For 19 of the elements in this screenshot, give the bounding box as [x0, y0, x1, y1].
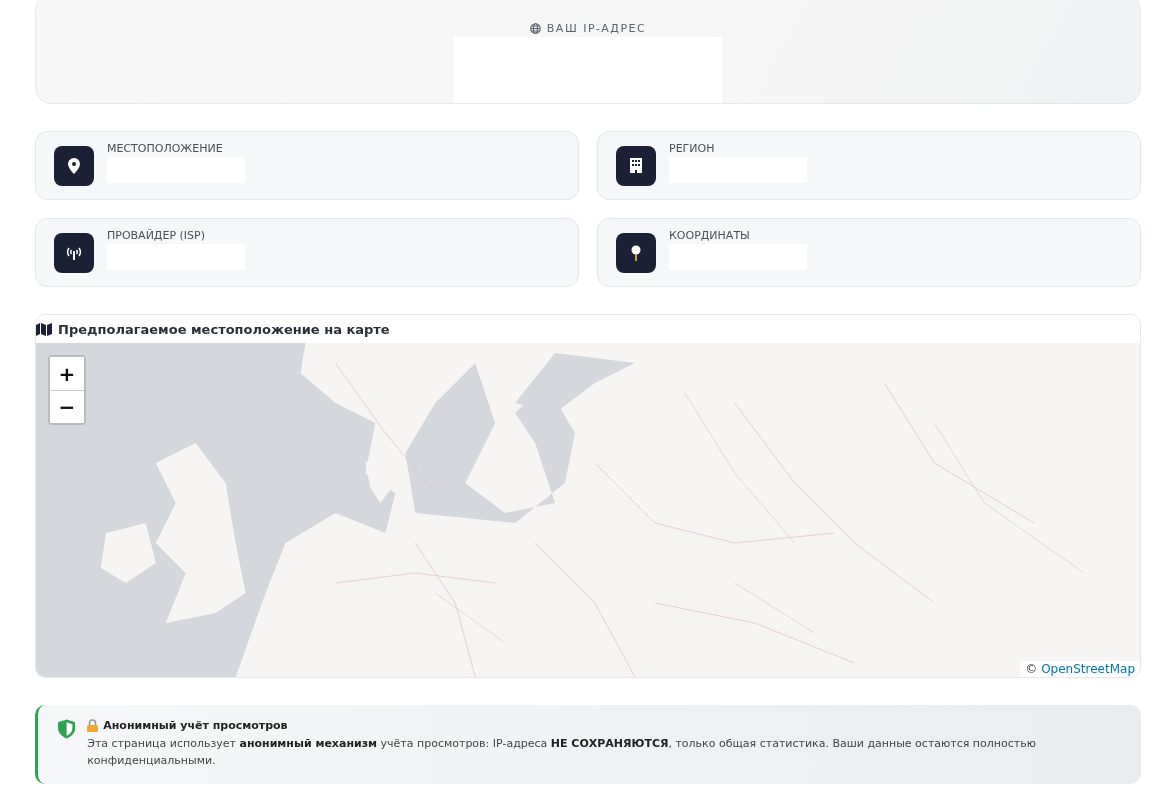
- notice-text: Эта страница использует анонимный механизм учёта просмотров: IP-адреса НЕ СОХРАНЯЮТСЯ, только общая статистика. Ваши данные остаются полностью конфиденциальными.: [87, 736, 1037, 769]
- info-label: ПРОВАЙДЕР (ISP): [107, 229, 206, 242]
- copyright-sign: ©: [1025, 662, 1038, 676]
- shield-icon: [58, 719, 76, 739]
- globe-icon: [529, 23, 541, 34]
- map-title: Предполагаемое местоположение на карте: [58, 321, 390, 337]
- info-label: МЕСТОПОЛОЖЕНИЕ: [107, 142, 224, 155]
- antenna-icon: [65, 245, 83, 260]
- ip-label: ВАШ IP-АДРЕС: [546, 22, 647, 35]
- map-icon: [36, 322, 52, 336]
- attribution-link[interactable]: OpenStreetMap: [1041, 662, 1135, 676]
- pushpin-icon: [631, 244, 641, 261]
- map-pin-icon: [68, 157, 80, 174]
- info-label: КООРДИНАТЫ: [669, 229, 751, 242]
- notice-title: Анонимный учёт просмотров: [103, 719, 288, 732]
- lock-icon: [87, 719, 99, 732]
- building-icon: [630, 158, 642, 173]
- info-label: РЕГИОН: [669, 142, 716, 155]
- zoom-out-button[interactable]: −: [50, 390, 84, 423]
